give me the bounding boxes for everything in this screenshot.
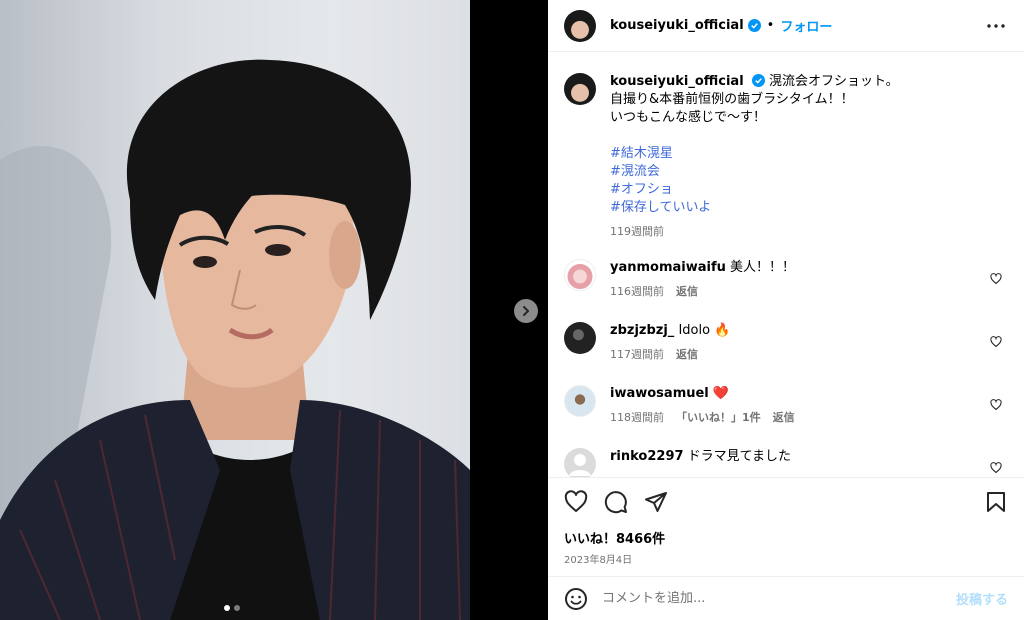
reply-button[interactable]: 返信 <box>676 283 698 301</box>
caption-avatar[interactable] <box>564 73 596 105</box>
verified-badge-icon <box>751 74 765 87</box>
share-icon[interactable] <box>644 490 668 514</box>
commenter-avatar[interactable] <box>564 322 596 354</box>
hashtag-link[interactable]: #オフショ <box>610 181 990 199</box>
comment-icon[interactable] <box>604 490 628 514</box>
caption-time[interactable]: 119週間前 <box>610 223 664 241</box>
default-avatar-icon <box>569 454 591 476</box>
post-panel: kouseiyuki_official • フォロー kouseiyuki_of… <box>548 0 1024 620</box>
caption-first-line: 滉流会オフショット。 <box>768 74 899 89</box>
reply-button[interactable]: 返信 <box>773 409 795 427</box>
more-options-button[interactable] <box>984 14 1008 38</box>
caption-line: 自撮り&本番前恒例の歯ブラシタイム！！ <box>610 92 854 107</box>
more-options-icon <box>987 23 1005 28</box>
carousel-dot-active <box>224 605 230 611</box>
chevron-right-icon <box>523 306 530 316</box>
commenter-avatar[interactable] <box>564 448 596 477</box>
comment-input[interactable] <box>602 591 932 606</box>
add-comment-bar: 投稿する <box>548 576 1024 620</box>
hashtag-link[interactable]: #滉流会 <box>610 163 990 181</box>
post-date[interactable]: 2023年8月4日 <box>564 551 1008 566</box>
commenter-username[interactable]: zbzjzbzj_ <box>610 323 674 338</box>
commenter-username[interactable]: rinko2297 <box>610 449 684 464</box>
comment-time[interactable]: 118週間前 <box>610 409 664 427</box>
caption-line: いつもこんな感じで〜す！ <box>610 110 767 125</box>
author-avatar[interactable] <box>564 9 596 42</box>
emoji-icon[interactable] <box>564 587 588 611</box>
post-photo <box>0 0 470 620</box>
comment-like-icon[interactable] <box>990 399 1002 411</box>
post-caption: kouseiyuki_official 滉流会オフショット。 自撮り&本番前恒例… <box>564 73 1008 241</box>
hashtag-link[interactable]: #保存していいよ <box>610 199 990 217</box>
commenter-avatar[interactable] <box>564 385 596 417</box>
comment-text: 美人！！！ <box>730 260 796 275</box>
comment-like-icon[interactable] <box>990 462 1002 474</box>
follow-button[interactable]: フォロー <box>780 16 832 35</box>
comment-text: ❤️ <box>712 386 730 401</box>
hashtag-link[interactable]: #結木滉星 <box>610 145 990 163</box>
comments-list[interactable]: kouseiyuki_official 滉流会オフショット。 自撮り&本番前恒例… <box>548 53 1024 477</box>
comment-like-count[interactable]: 「いいね！」1件 <box>676 409 761 427</box>
comment-time[interactable]: 117週間前 <box>610 346 664 364</box>
commenter-username[interactable]: yanmomaiwaifu <box>610 260 726 275</box>
caption-username[interactable]: kouseiyuki_official <box>610 74 744 89</box>
commenter-avatar[interactable] <box>564 259 596 291</box>
comment-like-icon[interactable] <box>990 273 1002 285</box>
comment-item: iwawosamuel ❤️ 118週間前 「いいね！」1件 返信 <box>564 385 1008 448</box>
comment-text: ドラマ見てました <box>687 449 792 464</box>
commenter-username[interactable]: iwawosamuel <box>610 386 709 401</box>
comment-item: yanmomaiwaifu 美人！！！ 116週間前 返信 <box>564 259 1008 322</box>
carousel-indicator <box>224 605 240 611</box>
comment-item: rinko2297 ドラマ見てました <box>564 448 1008 477</box>
post-header: kouseiyuki_official • フォロー <box>548 0 1024 52</box>
reply-button[interactable]: 返信 <box>676 346 698 364</box>
comment-like-icon[interactable] <box>990 336 1002 348</box>
verified-badge-icon <box>747 19 761 32</box>
bookmark-icon[interactable] <box>984 490 1008 514</box>
next-image-button[interactable] <box>514 299 538 323</box>
author-username[interactable]: kouseiyuki_official <box>610 18 744 33</box>
heart-icon[interactable] <box>564 490 588 514</box>
like-count[interactable]: いいね！8466件 <box>564 528 1008 547</box>
carousel-dot <box>234 605 240 611</box>
comment-time[interactable]: 116週間前 <box>610 283 664 301</box>
header-separator: • <box>766 18 775 33</box>
post-media <box>0 0 548 620</box>
post-comment-button[interactable]: 投稿する <box>956 589 1008 608</box>
comment-text: Idolo 🔥 <box>678 323 731 338</box>
selfie-illustration <box>0 59 470 620</box>
comment-item: zbzjzbzj_ Idolo 🔥 117週間前 返信 <box>564 322 1008 385</box>
post-actions: いいね！8466件 2023年8月4日 <box>548 477 1024 575</box>
